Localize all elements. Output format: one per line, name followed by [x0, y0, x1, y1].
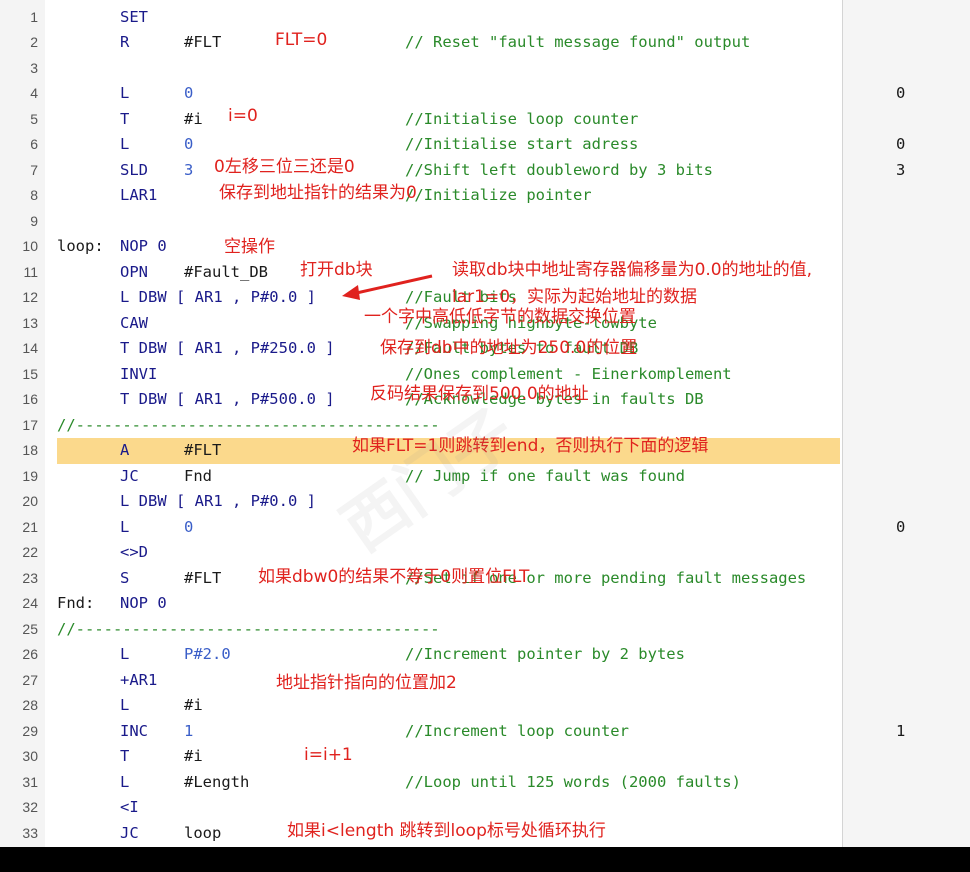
screenshot-root: 1 SET 2 R #FLT// Reset "fault message found"… [0, 0, 970, 872]
annotation-arrow-head [342, 285, 360, 300]
annotation-arrow-layer [342, 274, 433, 300]
bottom-bar [0, 847, 970, 872]
annotation-arrow-line [351, 274, 433, 296]
stl-code-editor[interactable]: 1 SET 2 R #FLT// Reset "fault message found"… [0, 0, 970, 847]
